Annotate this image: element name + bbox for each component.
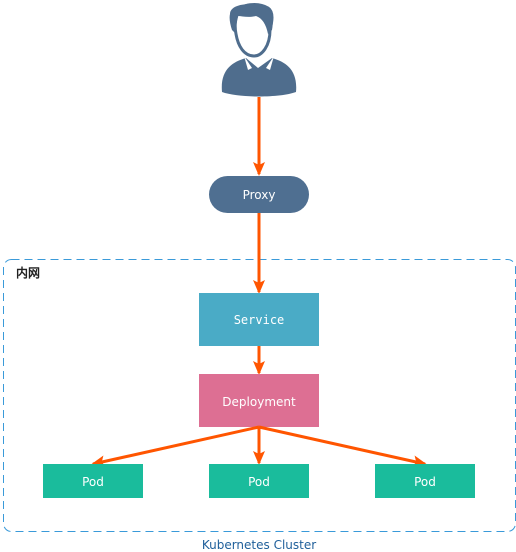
arrow-deployment-pod-1 (91, 425, 260, 468)
network-label: 内网 (16, 265, 40, 280)
diagram: 内网 Proxy Service Deployment Pod Pod Pod … (3, 3, 516, 552)
deployment-label: Deployment (222, 395, 296, 409)
arrow-deployment-pod-3 (258, 425, 427, 468)
proxy-label: Proxy (243, 188, 276, 202)
service-label: Service (234, 313, 285, 327)
pod-label-3: Pod (414, 475, 436, 489)
user-icon (221, 3, 297, 97)
pod-label-1: Pod (82, 475, 104, 489)
pod-label-2: Pod (248, 475, 270, 489)
cluster-label: Kubernetes Cluster (202, 538, 316, 552)
